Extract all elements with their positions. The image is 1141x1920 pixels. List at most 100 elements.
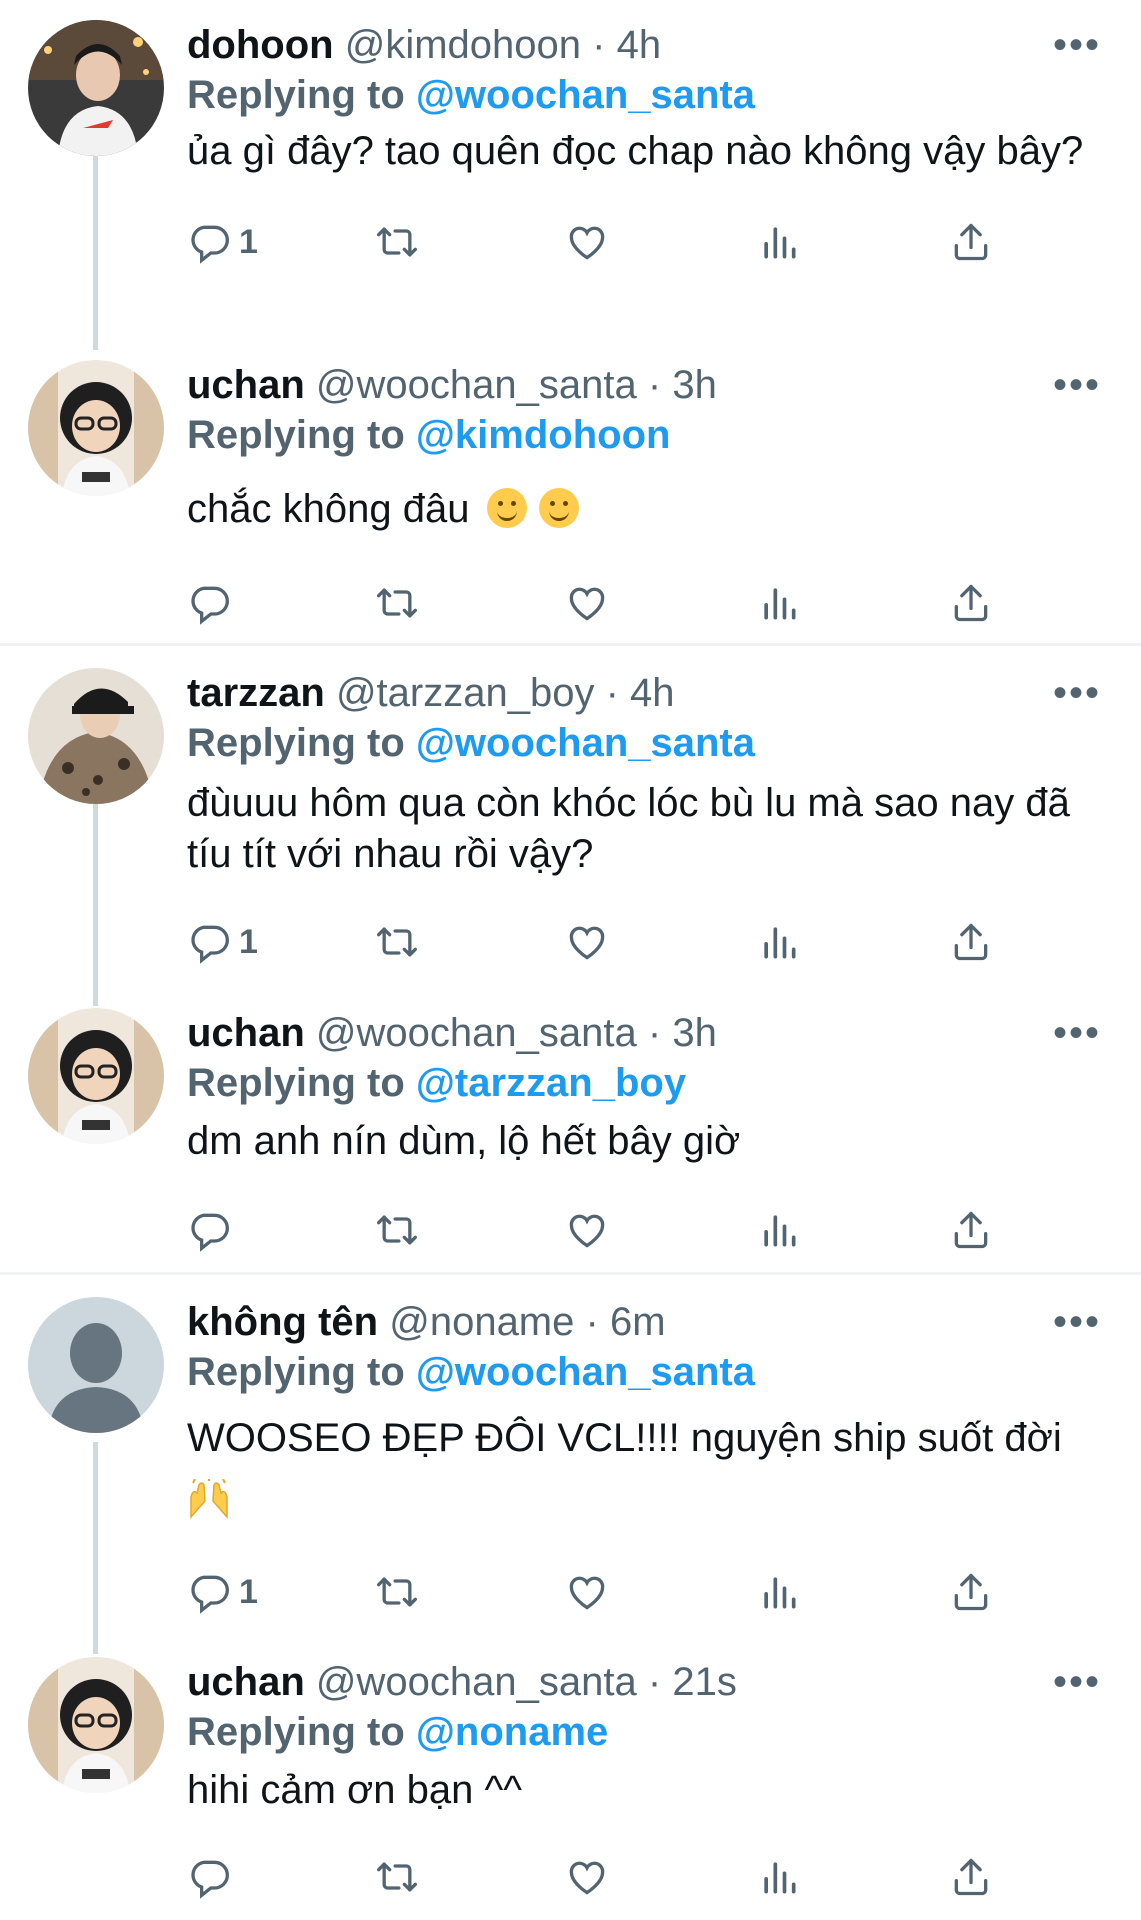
more-icon[interactable]: ••• (1053, 1302, 1101, 1342)
views-button[interactable] (757, 578, 801, 628)
like-button[interactable] (565, 917, 609, 967)
timestamp[interactable]: 4h (630, 671, 675, 715)
reply-icon (187, 581, 231, 625)
retweet-icon (375, 1855, 419, 1899)
more-icon[interactable]: ••• (1053, 25, 1101, 65)
tweet-text: dm anh nín dùm, lộ hết bây giờ (187, 1119, 741, 1163)
reply-count: 1 (239, 922, 258, 961)
retweet-button[interactable] (375, 917, 419, 967)
user-handle[interactable]: @noname (389, 1300, 574, 1344)
retweet-button[interactable] (375, 1205, 419, 1255)
display-name[interactable]: dohoon (187, 23, 334, 67)
replying-to: Replying to @kimdohoon (187, 410, 670, 460)
display-name[interactable]: uchan (187, 363, 305, 407)
avatar[interactable] (28, 20, 164, 156)
action-bar: 1 (187, 917, 1017, 967)
thread-divider (0, 643, 1141, 646)
views-icon (757, 920, 801, 964)
reply-button[interactable]: 1 (187, 917, 258, 967)
retweet-icon (375, 581, 419, 625)
tweet[interactable]: uchan @woochan_santa · 3h ••• Replying t… (0, 360, 1141, 630)
share-button[interactable] (949, 578, 993, 628)
tweet[interactable]: uchan @woochan_santa · 3h ••• Replying t… (0, 1008, 1141, 1248)
more-icon[interactable]: ••• (1053, 1013, 1101, 1053)
replying-to-label: Replying to (187, 1061, 405, 1105)
reply-button[interactable]: 1 (187, 1567, 258, 1617)
mention-link[interactable]: @woochan_santa (416, 721, 755, 765)
display-name[interactable]: uchan (187, 1660, 305, 1704)
more-icon[interactable]: ••• (1053, 1662, 1101, 1702)
share-button[interactable] (949, 217, 993, 267)
tweet[interactable]: tarzzan @tarzzan_boy · 4h ••• Replying t… (0, 668, 1141, 968)
timestamp[interactable]: 3h (672, 363, 717, 407)
retweet-button[interactable] (375, 1567, 419, 1617)
mention-link[interactable]: @tarzzan_boy (416, 1061, 686, 1105)
separator: · (585, 1300, 599, 1344)
display-name[interactable]: uchan (187, 1011, 305, 1055)
mention-link[interactable]: @woochan_santa (416, 1350, 755, 1394)
user-handle[interactable]: @woochan_santa (316, 363, 637, 407)
mention-link[interactable]: @woochan_santa (416, 73, 755, 117)
share-button[interactable] (949, 917, 993, 967)
reply-button[interactable] (187, 1852, 239, 1902)
share-icon (949, 581, 993, 625)
share-button[interactable] (949, 1567, 993, 1617)
reply-button[interactable]: 1 (187, 217, 258, 267)
tweet-body: chắc không đâu (187, 484, 1097, 535)
share-icon (949, 220, 993, 264)
views-icon (757, 1855, 801, 1899)
timestamp[interactable]: 4h (617, 23, 662, 67)
like-button[interactable] (565, 1205, 609, 1255)
reply-button[interactable] (187, 1205, 239, 1255)
share-icon (949, 1208, 993, 1252)
tweet-text: WOOSEO ĐẸP ĐÔI VCL!!!! nguyện ship suốt … (187, 1416, 1062, 1460)
tweet[interactable]: dohoon @kimdohoon · 4h ••• Replying to @… (0, 20, 1141, 320)
more-icon[interactable]: ••• (1053, 673, 1101, 713)
mention-link[interactable]: @kimdohoon (416, 413, 671, 457)
share-button[interactable] (949, 1852, 993, 1902)
like-button[interactable] (565, 1567, 609, 1617)
like-button[interactable] (565, 1852, 609, 1902)
retweet-icon (375, 1208, 419, 1252)
user-handle[interactable]: @woochan_santa (316, 1660, 637, 1704)
avatar[interactable] (28, 1008, 164, 1144)
tweet[interactable]: uchan @woochan_santa · 21s ••• Replying … (0, 1657, 1141, 1907)
user-handle[interactable]: @tarzzan_boy (336, 671, 595, 715)
share-button[interactable] (949, 1205, 993, 1255)
mention-link[interactable]: @noname (416, 1710, 608, 1754)
action-bar: 1 (187, 217, 1017, 267)
retweet-button[interactable] (375, 217, 419, 267)
views-button[interactable] (757, 1852, 801, 1902)
like-button[interactable] (565, 217, 609, 267)
smiling-face-emoji (538, 488, 579, 528)
display-name[interactable]: không tên (187, 1300, 378, 1344)
user-handle[interactable]: @kimdohoon (345, 23, 581, 67)
views-button[interactable] (757, 1567, 801, 1617)
display-name[interactable]: tarzzan (187, 671, 325, 715)
avatar[interactable] (28, 1657, 164, 1793)
timestamp[interactable]: 6m (610, 1300, 666, 1344)
views-button[interactable] (757, 217, 801, 267)
more-icon[interactable]: ••• (1053, 365, 1101, 405)
avatar[interactable] (28, 1297, 164, 1433)
retweet-button[interactable] (375, 1852, 419, 1902)
retweet-button[interactable] (375, 578, 419, 628)
user-handle[interactable]: @woochan_santa (316, 1011, 637, 1055)
views-button[interactable] (757, 1205, 801, 1255)
timestamp[interactable]: 21s (672, 1660, 737, 1704)
tweet-header: uchan @woochan_santa · 3h (187, 360, 717, 410)
views-icon (757, 581, 801, 625)
tweet[interactable]: không tên @noname · 6m ••• Replying to @… (0, 1297, 1141, 1607)
tweet-header: uchan @woochan_santa · 21s (187, 1657, 737, 1707)
reply-button[interactable] (187, 578, 239, 628)
tweet-text: đùuuu hôm qua còn khóc lóc bù lu mà sao … (187, 781, 1070, 876)
views-icon (757, 1570, 801, 1614)
replying-to: Replying to @noname (187, 1707, 608, 1757)
like-button[interactable] (565, 578, 609, 628)
views-button[interactable] (757, 917, 801, 967)
action-bar (187, 1852, 1017, 1902)
default-avatar-icon (28, 1297, 164, 1433)
timestamp[interactable]: 3h (672, 1011, 717, 1055)
avatar[interactable] (28, 668, 164, 804)
avatar[interactable] (28, 360, 164, 496)
